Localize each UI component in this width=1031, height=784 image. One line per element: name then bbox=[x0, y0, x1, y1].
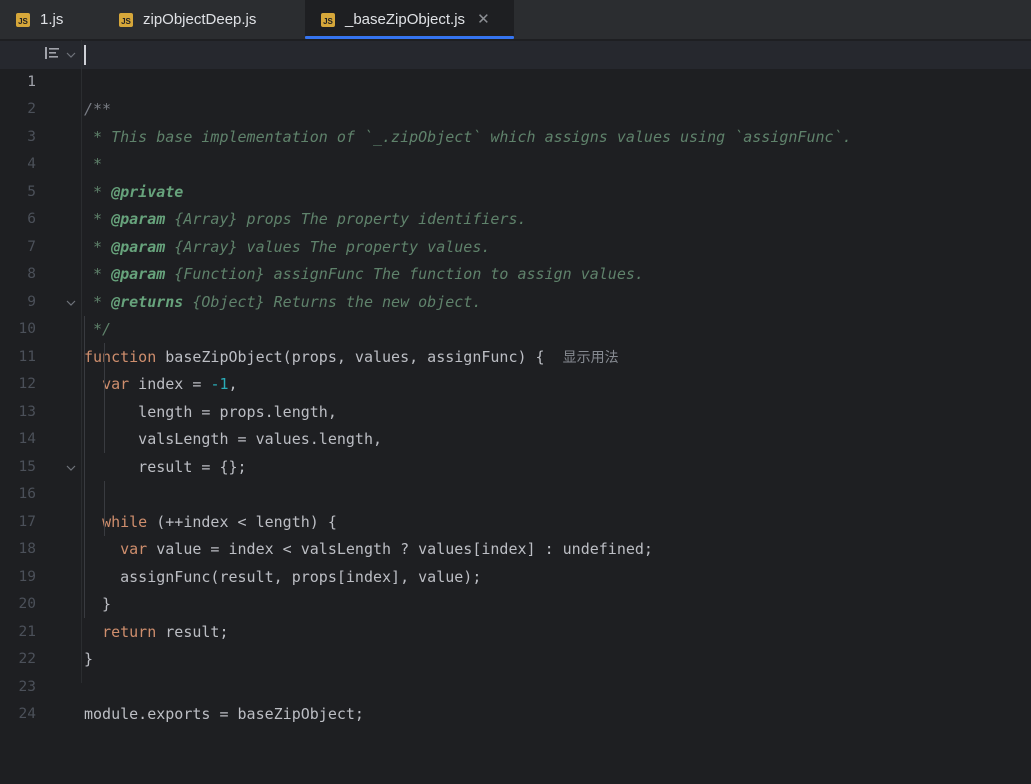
indent-guide bbox=[104, 343, 105, 453]
tab-1-js[interactable]: JS 1.js bbox=[0, 0, 101, 39]
chevron-down-icon bbox=[66, 465, 76, 471]
indent-guide bbox=[104, 481, 105, 536]
tab-label: _baseZipObject.js bbox=[345, 11, 466, 28]
fold-chevron-icon[interactable] bbox=[66, 49, 76, 62]
text-caret bbox=[84, 45, 86, 65]
javascript-file-icon: JS bbox=[16, 12, 30, 27]
indent-guide bbox=[84, 316, 85, 618]
code-line: 3 * bbox=[0, 96, 1031, 174]
javascript-file-icon: JS bbox=[119, 12, 133, 27]
code-editor[interactable]: 1 /** 2 * This base implementation of `_… bbox=[0, 40, 1031, 724]
code-line: 13 valsLength = values.length, bbox=[0, 371, 1031, 449]
code-line: 21 } bbox=[0, 591, 1031, 669]
code-line: 12 length = props.length, bbox=[0, 344, 1031, 421]
code-line: 5 * @param {Array} props The property id… bbox=[0, 151, 1031, 229]
code-line: 16 while (++index < length) { bbox=[0, 454, 1031, 531]
code-line: 11 var index = -1, bbox=[0, 316, 1031, 394]
chevron-down-icon bbox=[66, 52, 76, 58]
tab-basezipobject-js[interactable]: JS _baseZipObject.js ✕ bbox=[305, 0, 514, 39]
code-line: 18 assignFunc(result, props[index], valu… bbox=[0, 509, 1031, 586]
code-line: 24 bbox=[0, 674, 1031, 722]
reader-mode-icon[interactable] bbox=[44, 45, 60, 65]
javascript-file-icon: JS bbox=[321, 12, 335, 27]
tab-label: 1.js bbox=[40, 11, 64, 28]
code-line: 20 return result; bbox=[0, 564, 1031, 641]
code-line: 2 * This base implementation of `_.zipOb… bbox=[0, 69, 1031, 146]
fold-chevron-icon[interactable] bbox=[66, 297, 76, 310]
tab-zipobjectdeep-js[interactable]: JS zipObjectDeep.js bbox=[101, 0, 305, 39]
code-line: 22 bbox=[0, 619, 1031, 667]
code-line: 15 bbox=[0, 426, 1031, 475]
code-line: 17 var value = index < valsLength ? valu… bbox=[0, 481, 1031, 559]
code-line: 9 */ bbox=[0, 261, 1031, 339]
code-text: module.exports = baseZipObject; bbox=[84, 705, 364, 723]
code-line: 6 * @param {Array} values The property v… bbox=[0, 179, 1031, 256]
tab-label: zipObjectDeep.js bbox=[143, 11, 257, 28]
code-line: 4 * @private bbox=[0, 124, 1031, 201]
gutter-separator bbox=[81, 40, 82, 683]
code-line: 23 module.exports = baseZipObject; bbox=[0, 646, 1031, 724]
close-tab-icon[interactable]: ✕ bbox=[477, 12, 490, 27]
code-line: 1 /** bbox=[0, 41, 1031, 118]
code-line: 8 * @returns {Object} Returns the new ob… bbox=[0, 234, 1031, 311]
code-line: 19 } bbox=[0, 536, 1031, 614]
line-number: 24 bbox=[18, 706, 36, 722]
code-line: 14 result = {}; bbox=[0, 399, 1031, 476]
code-line: 10 function baseZipObject(props, values,… bbox=[0, 289, 1031, 366]
code-line: 7 * @param {Function} assignFunc The fun… bbox=[0, 206, 1031, 284]
reader-mode-icon-svg bbox=[45, 47, 59, 59]
chevron-down-icon bbox=[66, 300, 76, 306]
editor-tab-bar: JS 1.js JS zipObjectDeep.js JS _baseZipO… bbox=[0, 0, 1031, 40]
fold-chevron-icon[interactable] bbox=[66, 462, 76, 475]
